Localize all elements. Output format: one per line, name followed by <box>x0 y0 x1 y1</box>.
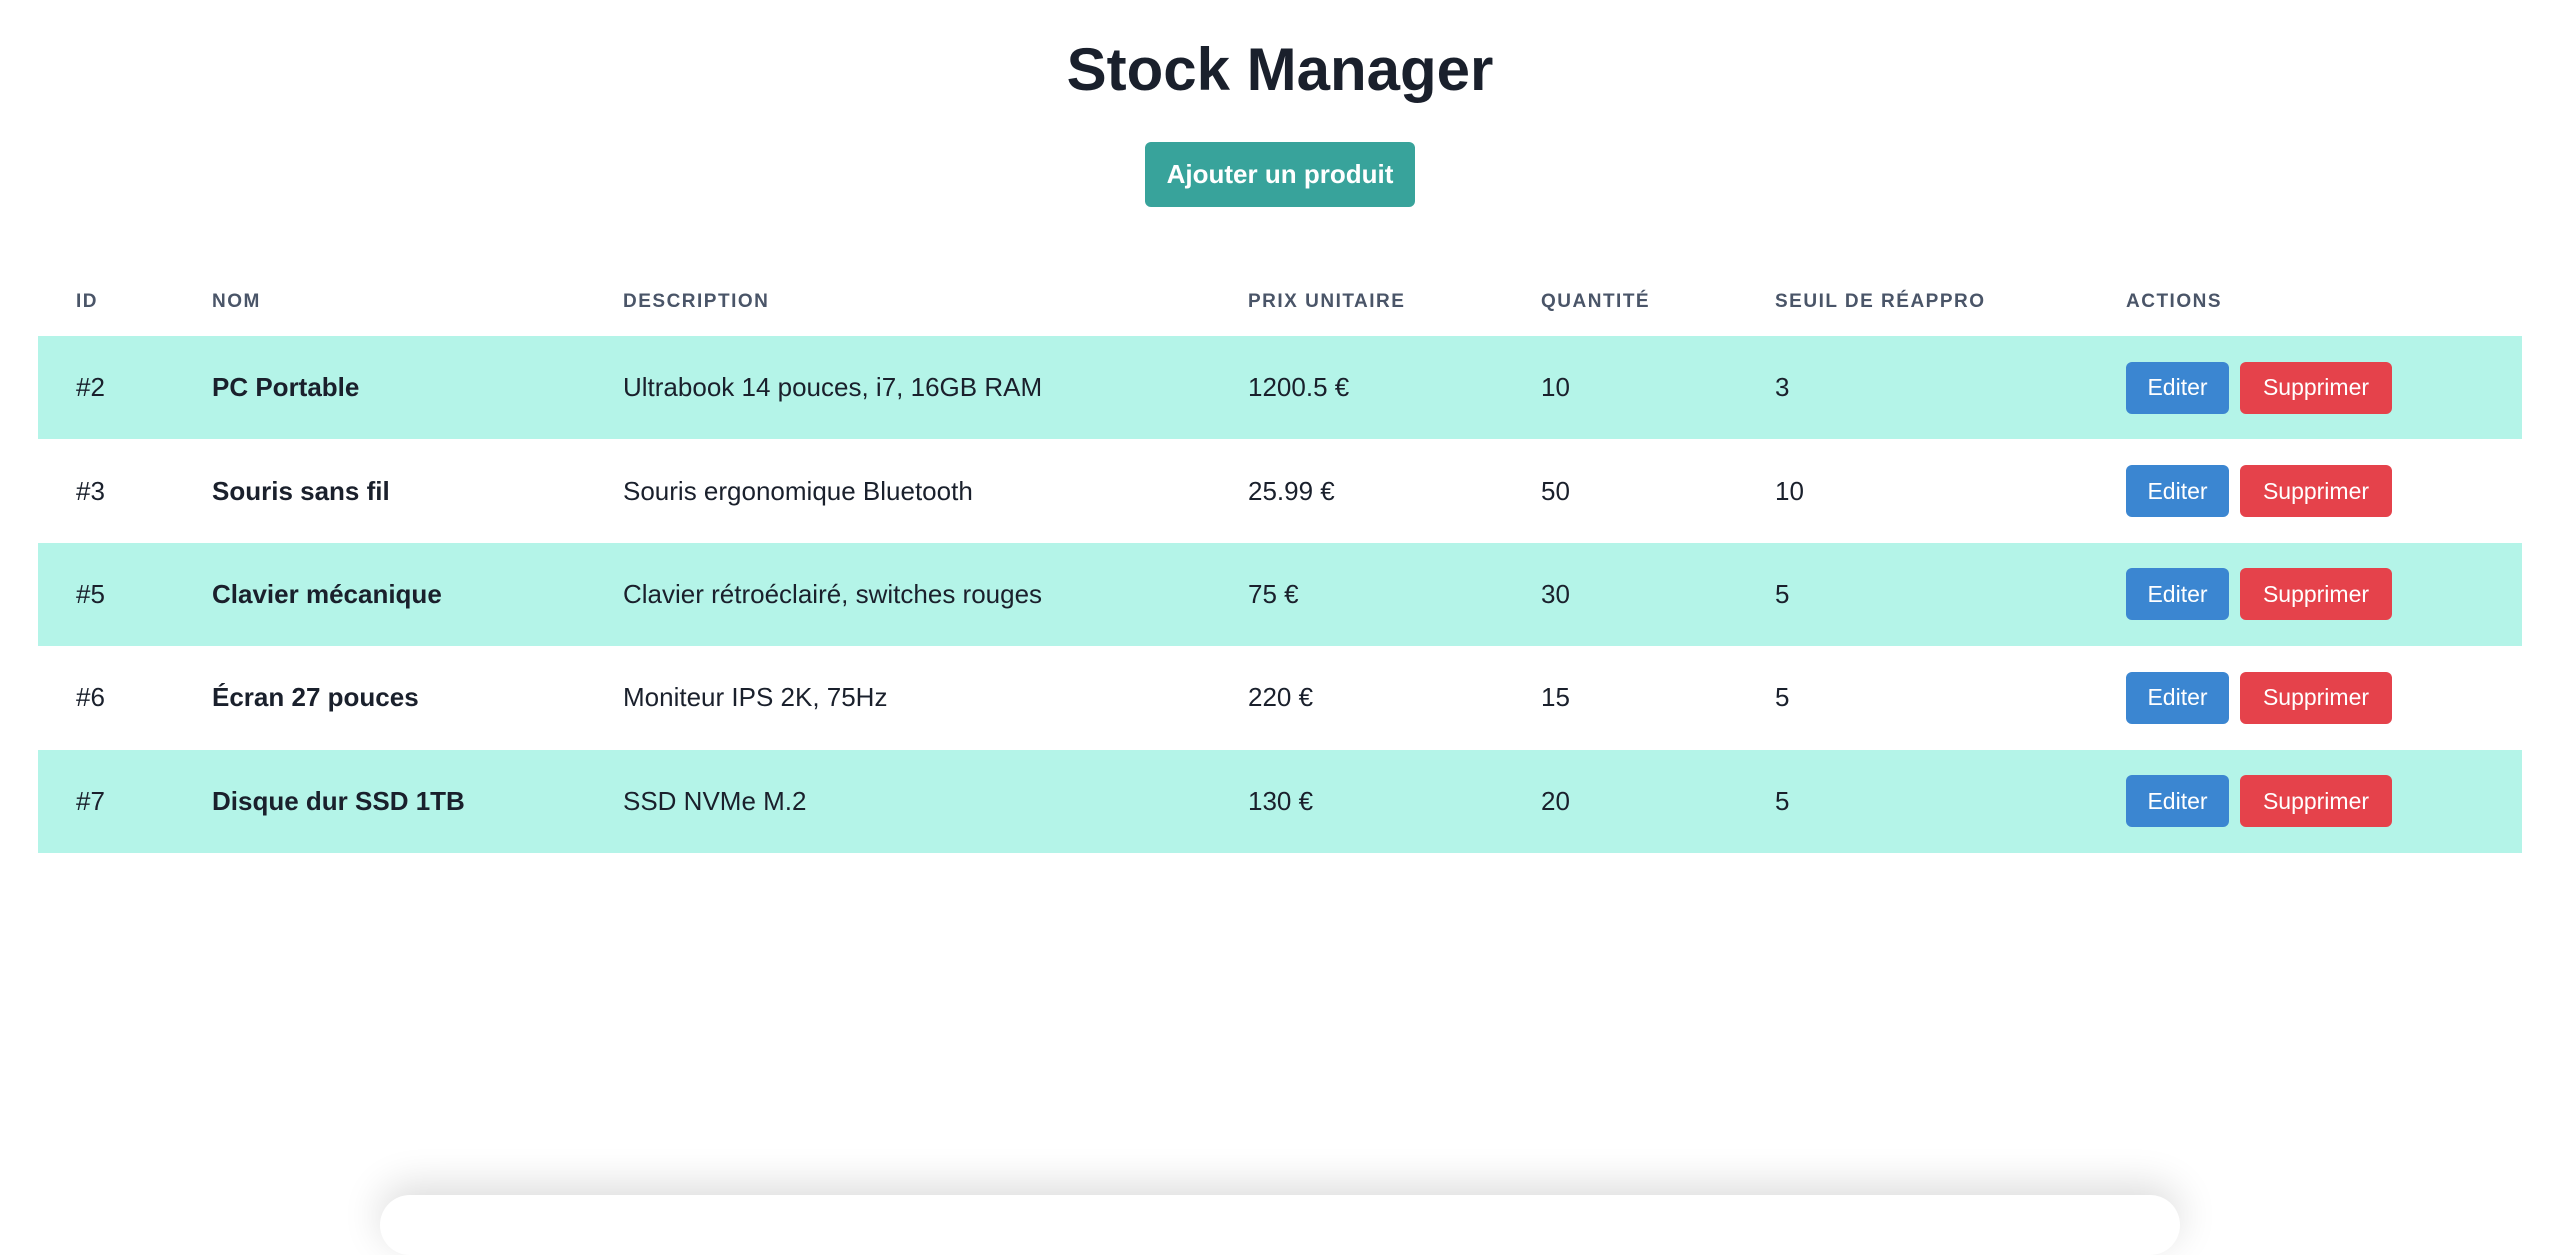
table-row: #2 PC Portable Ultrabook 14 pouces, i7, … <box>38 336 2522 440</box>
cell-name: Écran 27 pouces <box>212 682 419 713</box>
table-header-row: ID NOM DESCRIPTION PRIX UNITAIRE QUANTIT… <box>38 268 2522 336</box>
cell-price: 1200.5 € <box>1210 336 1503 440</box>
cell-quantity: 50 <box>1541 475 1570 506</box>
cell-quantity: 20 <box>1503 749 1737 853</box>
column-header-description: DESCRIPTION <box>623 291 770 312</box>
column-header-unit-price: PRIX UNITAIRE <box>1248 291 1406 312</box>
products-table-container: ID NOM DESCRIPTION PRIX UNITAIRE QUANTIT… <box>38 268 2522 853</box>
column-header-quantity: QUANTITÉ <box>1541 291 1651 312</box>
cell-price: 130 € <box>1210 749 1503 853</box>
cell-id: #2 <box>38 336 174 440</box>
cell-quantity: 15 <box>1541 682 1570 713</box>
cell-id: #6 <box>76 682 105 713</box>
cell-actions: Editer Supprimer <box>2088 542 2522 647</box>
cell-threshold: 3 <box>1737 336 2088 440</box>
products-table: ID NOM DESCRIPTION PRIX UNITAIRE QUANTIT… <box>38 268 2522 853</box>
cell-threshold: 5 <box>1775 682 1790 713</box>
cell-name: Disque dur SSD 1TB <box>174 749 585 853</box>
table-body: #2 PC Portable Ultrabook 14 pouces, i7, … <box>38 336 2522 853</box>
column-header-name: NOM <box>212 291 261 312</box>
cell-description: Ultrabook 14 pouces, i7, 16GB RAM <box>585 336 1210 440</box>
delete-button[interactable]: Supprimer <box>2240 465 2392 518</box>
cell-id: #3 <box>76 475 105 506</box>
edit-button[interactable]: Editer <box>2126 671 2229 724</box>
cell-threshold: 10 <box>1775 475 1804 506</box>
cell-description: SSD NVMe M.2 <box>585 749 1210 853</box>
delete-button[interactable]: Supprimer <box>2240 568 2392 621</box>
delete-button[interactable]: Supprimer <box>2240 361 2392 414</box>
table-row: #6 Écran 27 pouces Moniteur IPS 2K, 75Hz… <box>38 646 2522 749</box>
cell-threshold: 5 <box>1737 749 2088 853</box>
edit-button[interactable]: Editer <box>2126 568 2229 621</box>
cell-price: 25.99 € <box>1248 475 1335 506</box>
cell-actions: Editer Supprimer <box>2088 749 2522 853</box>
column-header-id: ID <box>76 291 98 312</box>
cell-actions: Editer Supprimer <box>2088 439 2522 542</box>
cell-threshold: 5 <box>1737 542 2088 647</box>
table-row: #7 Disque dur SSD 1TB SSD NVMe M.2 130 €… <box>38 749 2522 853</box>
delete-button[interactable]: Supprimer <box>2240 775 2392 828</box>
cell-description: Clavier rétroéclairé, switches rouges <box>585 542 1210 647</box>
cell-id: #5 <box>38 542 174 647</box>
cell-quantity: 10 <box>1503 336 1737 440</box>
edit-button[interactable]: Editer <box>2126 361 2229 414</box>
cell-price: 220 € <box>1248 682 1314 713</box>
add-product-button[interactable]: Ajouter un produit <box>1145 142 1415 207</box>
edit-button[interactable]: Editer <box>2126 775 2229 828</box>
cell-price: 75 € <box>1210 542 1503 647</box>
column-header-actions: ACTIONS <box>2126 291 2222 312</box>
cell-actions: Editer Supprimer <box>2088 646 2522 749</box>
table-header: ID NOM DESCRIPTION PRIX UNITAIRE QUANTIT… <box>38 268 2522 336</box>
cell-actions: Editer Supprimer <box>2088 336 2522 440</box>
cell-name: PC Portable <box>174 336 585 440</box>
table-row: #5 Clavier mécanique Clavier rétroéclair… <box>38 542 2522 647</box>
edit-button[interactable]: Editer <box>2126 465 2229 518</box>
cell-description: Souris ergonomique Bluetooth <box>623 475 973 506</box>
cell-name: Clavier mécanique <box>174 542 585 647</box>
page-title: Stock Manager <box>1066 36 1494 103</box>
column-header-reorder-threshold: SEUIL DE RÉAPPRO <box>1775 291 1986 312</box>
delete-button[interactable]: Supprimer <box>2240 671 2392 724</box>
cell-quantity: 30 <box>1503 542 1737 647</box>
table-row: #3 Souris sans fil Souris ergonomique Bl… <box>38 439 2522 542</box>
cell-description: Moniteur IPS 2K, 75Hz <box>623 682 888 713</box>
bottom-panel-shadow <box>380 1195 2180 1255</box>
cell-id: #7 <box>38 749 174 853</box>
cell-name: Souris sans fil <box>212 475 390 506</box>
